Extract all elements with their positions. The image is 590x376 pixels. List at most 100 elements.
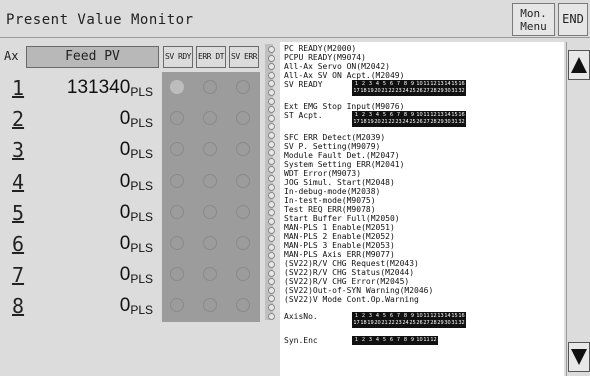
feed-pv-value: 0PLS (26, 264, 159, 286)
axis-grid-cell: 1 (354, 313, 359, 319)
axis-grid-cell: 21 (381, 119, 388, 125)
axis-grid-cell: 11 (423, 313, 430, 319)
axis-grid-cell: 25 (409, 119, 416, 125)
sv-err-indicator-icon (236, 142, 250, 157)
status-line: In-test-mode(M9075) (284, 196, 376, 205)
axis-grid-cell: 29 (437, 88, 444, 94)
axis-grid-cell: 10 (416, 81, 423, 87)
status-cell-err-dt (195, 259, 225, 289)
axis-grid-cell: 17 (353, 88, 360, 94)
end-button[interactable]: END (558, 3, 588, 36)
axis-grid-cell: 2 (361, 81, 366, 87)
feed-pv-value: 0PLS (26, 171, 159, 193)
err-dt-indicator-icon (203, 142, 217, 157)
present-value-monitor-screen: { "header": {"title": "Present Value Mon… (0, 0, 590, 376)
status-cell-sv-rdy (162, 228, 192, 258)
axis-grid-cell: 30 (444, 320, 451, 326)
err-dt-indicator-icon (203, 173, 217, 188)
status-cell-sv-err (228, 103, 258, 133)
status-line: All-Ax SV ON Acpt.(M2049) (284, 71, 405, 80)
axis-grid-cell: 30 (444, 88, 451, 94)
axis-grid-cell: 12 (430, 337, 437, 343)
status-cell-sv-rdy (162, 290, 192, 320)
scrollbar[interactable] (566, 42, 590, 376)
feed-pv-value: 0PLS (26, 202, 159, 224)
axis-grid-cell: 12 (430, 81, 437, 87)
axis-grid-cell: 7 (396, 81, 401, 87)
axis-grid-cell: 17 (353, 320, 360, 326)
status-led-icon (268, 312, 275, 320)
feed-pv-unit: PLS (130, 209, 153, 224)
feed-pv-value: 131340PLS (26, 77, 159, 99)
axis-grid-cell: 26 (416, 119, 423, 125)
axis-grid-cell: 25 (409, 320, 416, 326)
axis-number: 1 (12, 76, 25, 100)
status-cell-err-dt (195, 166, 225, 196)
feed-pv-number: 0 (119, 139, 131, 161)
status-line: MAN-PLS 2 Enable(M2052) (284, 232, 395, 241)
monitor-menu-button[interactable]: Mon. Menu (512, 3, 555, 36)
axis-grid-cell: 12 (430, 112, 437, 118)
status-line: (SV22)R/V CHG Status(M2044) (284, 268, 415, 277)
status-line: AxisNo. (284, 312, 318, 321)
status-led-icon (268, 123, 275, 131)
feed-pv-unit: PLS (130, 241, 153, 255)
err-dt-indicator-icon (203, 111, 217, 126)
axis-grid-cell: 11 (423, 337, 430, 343)
axis-grid-cell: 13 (437, 313, 444, 319)
feed-pv-value: 0PLS (26, 139, 159, 161)
status-list-panel: PC READY(M2000) PCPU READY(M9074) All-Ax S… (280, 42, 564, 376)
axis-grid-cell: 16 (458, 112, 465, 118)
sv-err-indicator-icon (236, 80, 250, 94)
up-triangle-icon (571, 57, 587, 73)
axis-number: 7 (12, 263, 25, 288)
axis-grid-cell: 15 (451, 313, 458, 319)
axis-grid-row: 17 18 19 20 21 22 23 24 25 26 27 28 29 30 31 32 (353, 320, 465, 327)
scroll-up-button[interactable] (568, 50, 590, 80)
axis-grid-cell: 8 (403, 313, 408, 319)
axis-status-grid (162, 72, 260, 322)
status-led-icon (268, 200, 275, 208)
axis-grid-cell: 17 (353, 119, 360, 125)
axis-grid-cell: 7 (396, 112, 401, 118)
status-line: In-debug-mode(M2038) (284, 187, 381, 196)
status-cell-sv-rdy (162, 197, 192, 227)
status-led-icon (268, 140, 275, 148)
axis-grid-row: 17 18 19 20 21 22 23 24 25 26 27 28 29 30 31 32 (353, 119, 465, 126)
axis-grid-cell: 10 (416, 337, 423, 343)
feed-pv-unit: PLS (130, 147, 153, 162)
sv-err-indicator-icon (236, 298, 250, 313)
status-line: PC READY(M2000) (284, 44, 357, 53)
axis-grid-cell: 27 (423, 88, 430, 94)
err-dt-indicator-icon (203, 267, 217, 282)
axis-number-grid: 1 2 3 4 5 6 7 8 9 10 11 12 (352, 336, 438, 345)
status-led-icon (268, 114, 275, 122)
sv-rdy-indicator-icon (170, 80, 184, 94)
column-header-sv-err: SV ERR (229, 46, 259, 68)
axis-grid-row: 17 18 19 20 21 22 23 24 25 26 27 28 29 30 31 32 (353, 88, 465, 95)
axis-number-grid: 1 2 3 4 5 6 7 8 9 10 11 12 13 14 15 16 17 18 19 20 21 22 23 24 2… (352, 111, 466, 127)
status-cell-sv-err (228, 134, 258, 164)
status-cell-sv-err (228, 72, 258, 102)
axis-grid-cell: 15 (451, 81, 458, 87)
status-led-icon (268, 89, 275, 96)
status-line: MAN-PLS 1 Enable(M2051) (284, 223, 395, 232)
sv-rdy-indicator-icon (170, 204, 184, 219)
err-dt-indicator-icon (203, 204, 217, 219)
status-led-icon (268, 235, 275, 243)
axis-grid-cell: 30 (444, 119, 451, 125)
axis-grid-cell: 19 (367, 320, 374, 326)
axis-grid-cell: 24 (402, 88, 409, 94)
sv-rdy-indicator-icon (170, 267, 184, 282)
feed-pv-number: 0 (119, 264, 131, 286)
axis-grid-cell: 23 (395, 320, 402, 326)
status-cell-sv-rdy (162, 72, 192, 102)
status-cell-sv-rdy (162, 134, 192, 164)
title-bar: Present Value Monitor Mon. Menu END (0, 0, 590, 38)
feed-pv-unit: PLS (130, 272, 153, 287)
status-line: JOG Simul. Start(M2048) (284, 178, 395, 187)
status-line: SV READY (284, 80, 323, 89)
scroll-down-button[interactable] (568, 342, 590, 372)
sv-err-indicator-icon (236, 267, 250, 282)
err-dt-indicator-icon (203, 236, 217, 250)
